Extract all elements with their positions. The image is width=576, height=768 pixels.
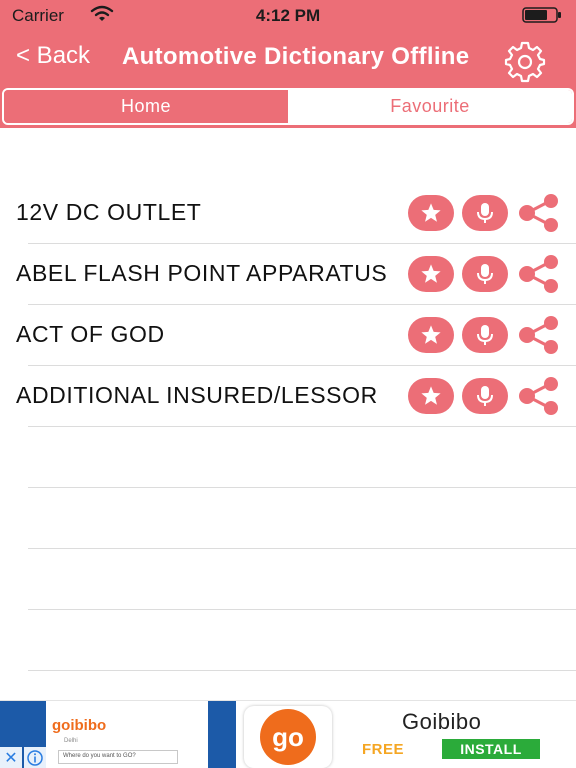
word-label: ADDITIONAL INSURED/LESSOR (16, 382, 378, 408)
pronounce-button[interactable] (462, 317, 508, 353)
gear-icon[interactable] (502, 39, 548, 85)
ad-install-button[interactable]: INSTALL (442, 739, 540, 759)
ad-app-name: Goibibo (402, 709, 482, 734)
battery-icon (522, 7, 561, 23)
pronounce-button[interactable] (462, 256, 508, 292)
clock-label: 4:12 PM (255, 6, 321, 25)
header-bar: Carrier 4:12 PM < Back Automotive Dictio… (0, 0, 576, 128)
navigation-bar: < Back Automotive Dictionary Offline (0, 36, 576, 85)
empty-row-divider (28, 549, 576, 610)
ad-banner[interactable]: goibibo Delhi Where do you want to GO? ✕… (0, 700, 576, 768)
microphone-icon (477, 386, 493, 406)
microphone-icon (477, 325, 493, 345)
back-button[interactable]: < Back (16, 42, 90, 70)
star-icon (421, 203, 441, 222)
empty-row-divider (28, 488, 576, 549)
favourite-button[interactable] (408, 256, 454, 292)
ad-app-logo[interactable]: go (244, 706, 332, 768)
share-icon[interactable] (516, 377, 562, 415)
word-label: 12V DC OUTLET (16, 199, 202, 225)
empty-list-area (0, 427, 576, 671)
ad-price: FREE (362, 741, 405, 758)
ad-logo-text: go (260, 709, 316, 765)
word-label: ACT OF GOD (16, 321, 165, 347)
empty-row-divider (28, 610, 576, 671)
share-icon[interactable] (516, 255, 562, 293)
favourite-button[interactable] (408, 195, 454, 231)
info-icon (27, 750, 43, 766)
word-label: ABEL FLASH POINT APPARATUS (16, 260, 388, 286)
tab-switcher: Home Favourite (2, 88, 574, 125)
ad-info-icon[interactable] (24, 747, 46, 768)
star-icon (421, 386, 441, 405)
ad-app-screenshot: goibibo Delhi Where do you want to GO? ✕ (0, 701, 236, 768)
star-icon (421, 325, 441, 344)
ad-close-icon[interactable]: ✕ (0, 747, 22, 768)
share-icon[interactable] (516, 316, 562, 354)
list-item[interactable]: 12V DC OUTLET (0, 183, 576, 244)
list-item[interactable]: ABEL FLASH POINT APPARATUS (0, 244, 576, 305)
ad-search-field: Where do you want to GO? (58, 750, 178, 764)
ad-city-label: Delhi (64, 738, 78, 744)
microphone-icon (477, 203, 493, 223)
list-item[interactable]: ADDITIONAL INSURED/LESSOR (0, 366, 576, 427)
pronounce-button[interactable] (462, 195, 508, 231)
tab-favourite[interactable]: Favourite (288, 90, 572, 123)
tab-home[interactable]: Home (4, 90, 288, 123)
page-title: Automotive Dictionary Offline (122, 43, 470, 70)
empty-row-divider (28, 427, 576, 488)
microphone-icon (477, 264, 493, 284)
star-icon (421, 264, 441, 283)
list-item[interactable]: ACT OF GOD (0, 305, 576, 366)
favourite-button[interactable] (408, 317, 454, 353)
pronounce-button[interactable] (462, 378, 508, 414)
favourite-button[interactable] (408, 378, 454, 414)
share-icon[interactable] (516, 194, 562, 232)
ad-brand-small: goibibo (52, 717, 107, 734)
word-list: 12V DC OUTLET ABEL FLASH POINT APPARATUS… (0, 183, 576, 427)
status-bar: Carrier 4:12 PM (0, 0, 576, 30)
